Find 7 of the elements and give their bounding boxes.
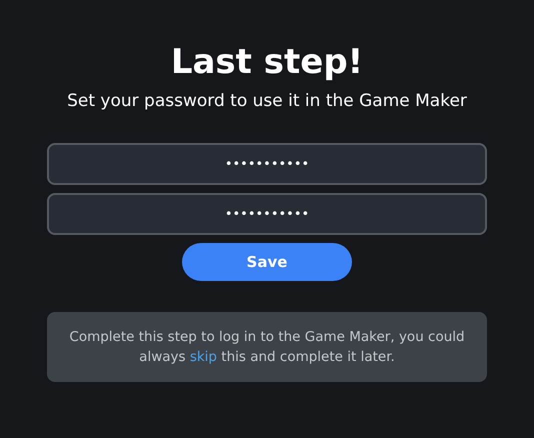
subtitle: Set your password to use it in the Game Maker [66,90,468,113]
info-text: Complete this step to log in to the Game Maker, you could always skip this and complete it later. [68,328,466,367]
save-button[interactable]: Save [182,243,352,281]
password-field[interactable]: ••••••••••• [47,143,487,185]
password-field[interactable]: ••••••••••• [47,193,487,235]
page-title: Last step! [170,41,364,84]
skip-link[interactable]: skip [190,349,217,365]
